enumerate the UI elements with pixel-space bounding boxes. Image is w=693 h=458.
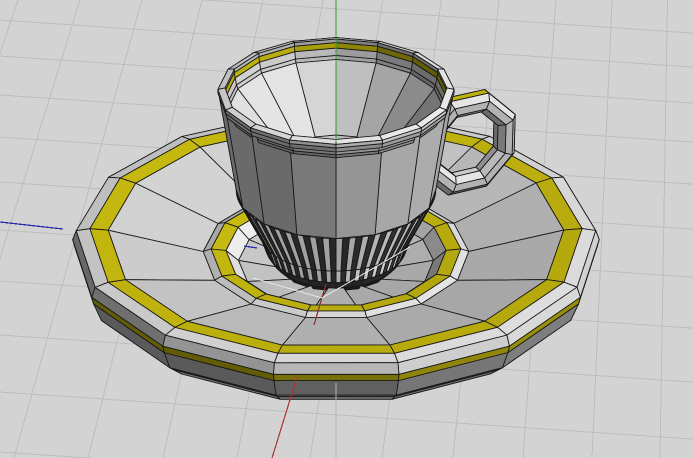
3d-viewport[interactable]: [0, 0, 693, 458]
viewport-canvas[interactable]: [0, 0, 693, 458]
